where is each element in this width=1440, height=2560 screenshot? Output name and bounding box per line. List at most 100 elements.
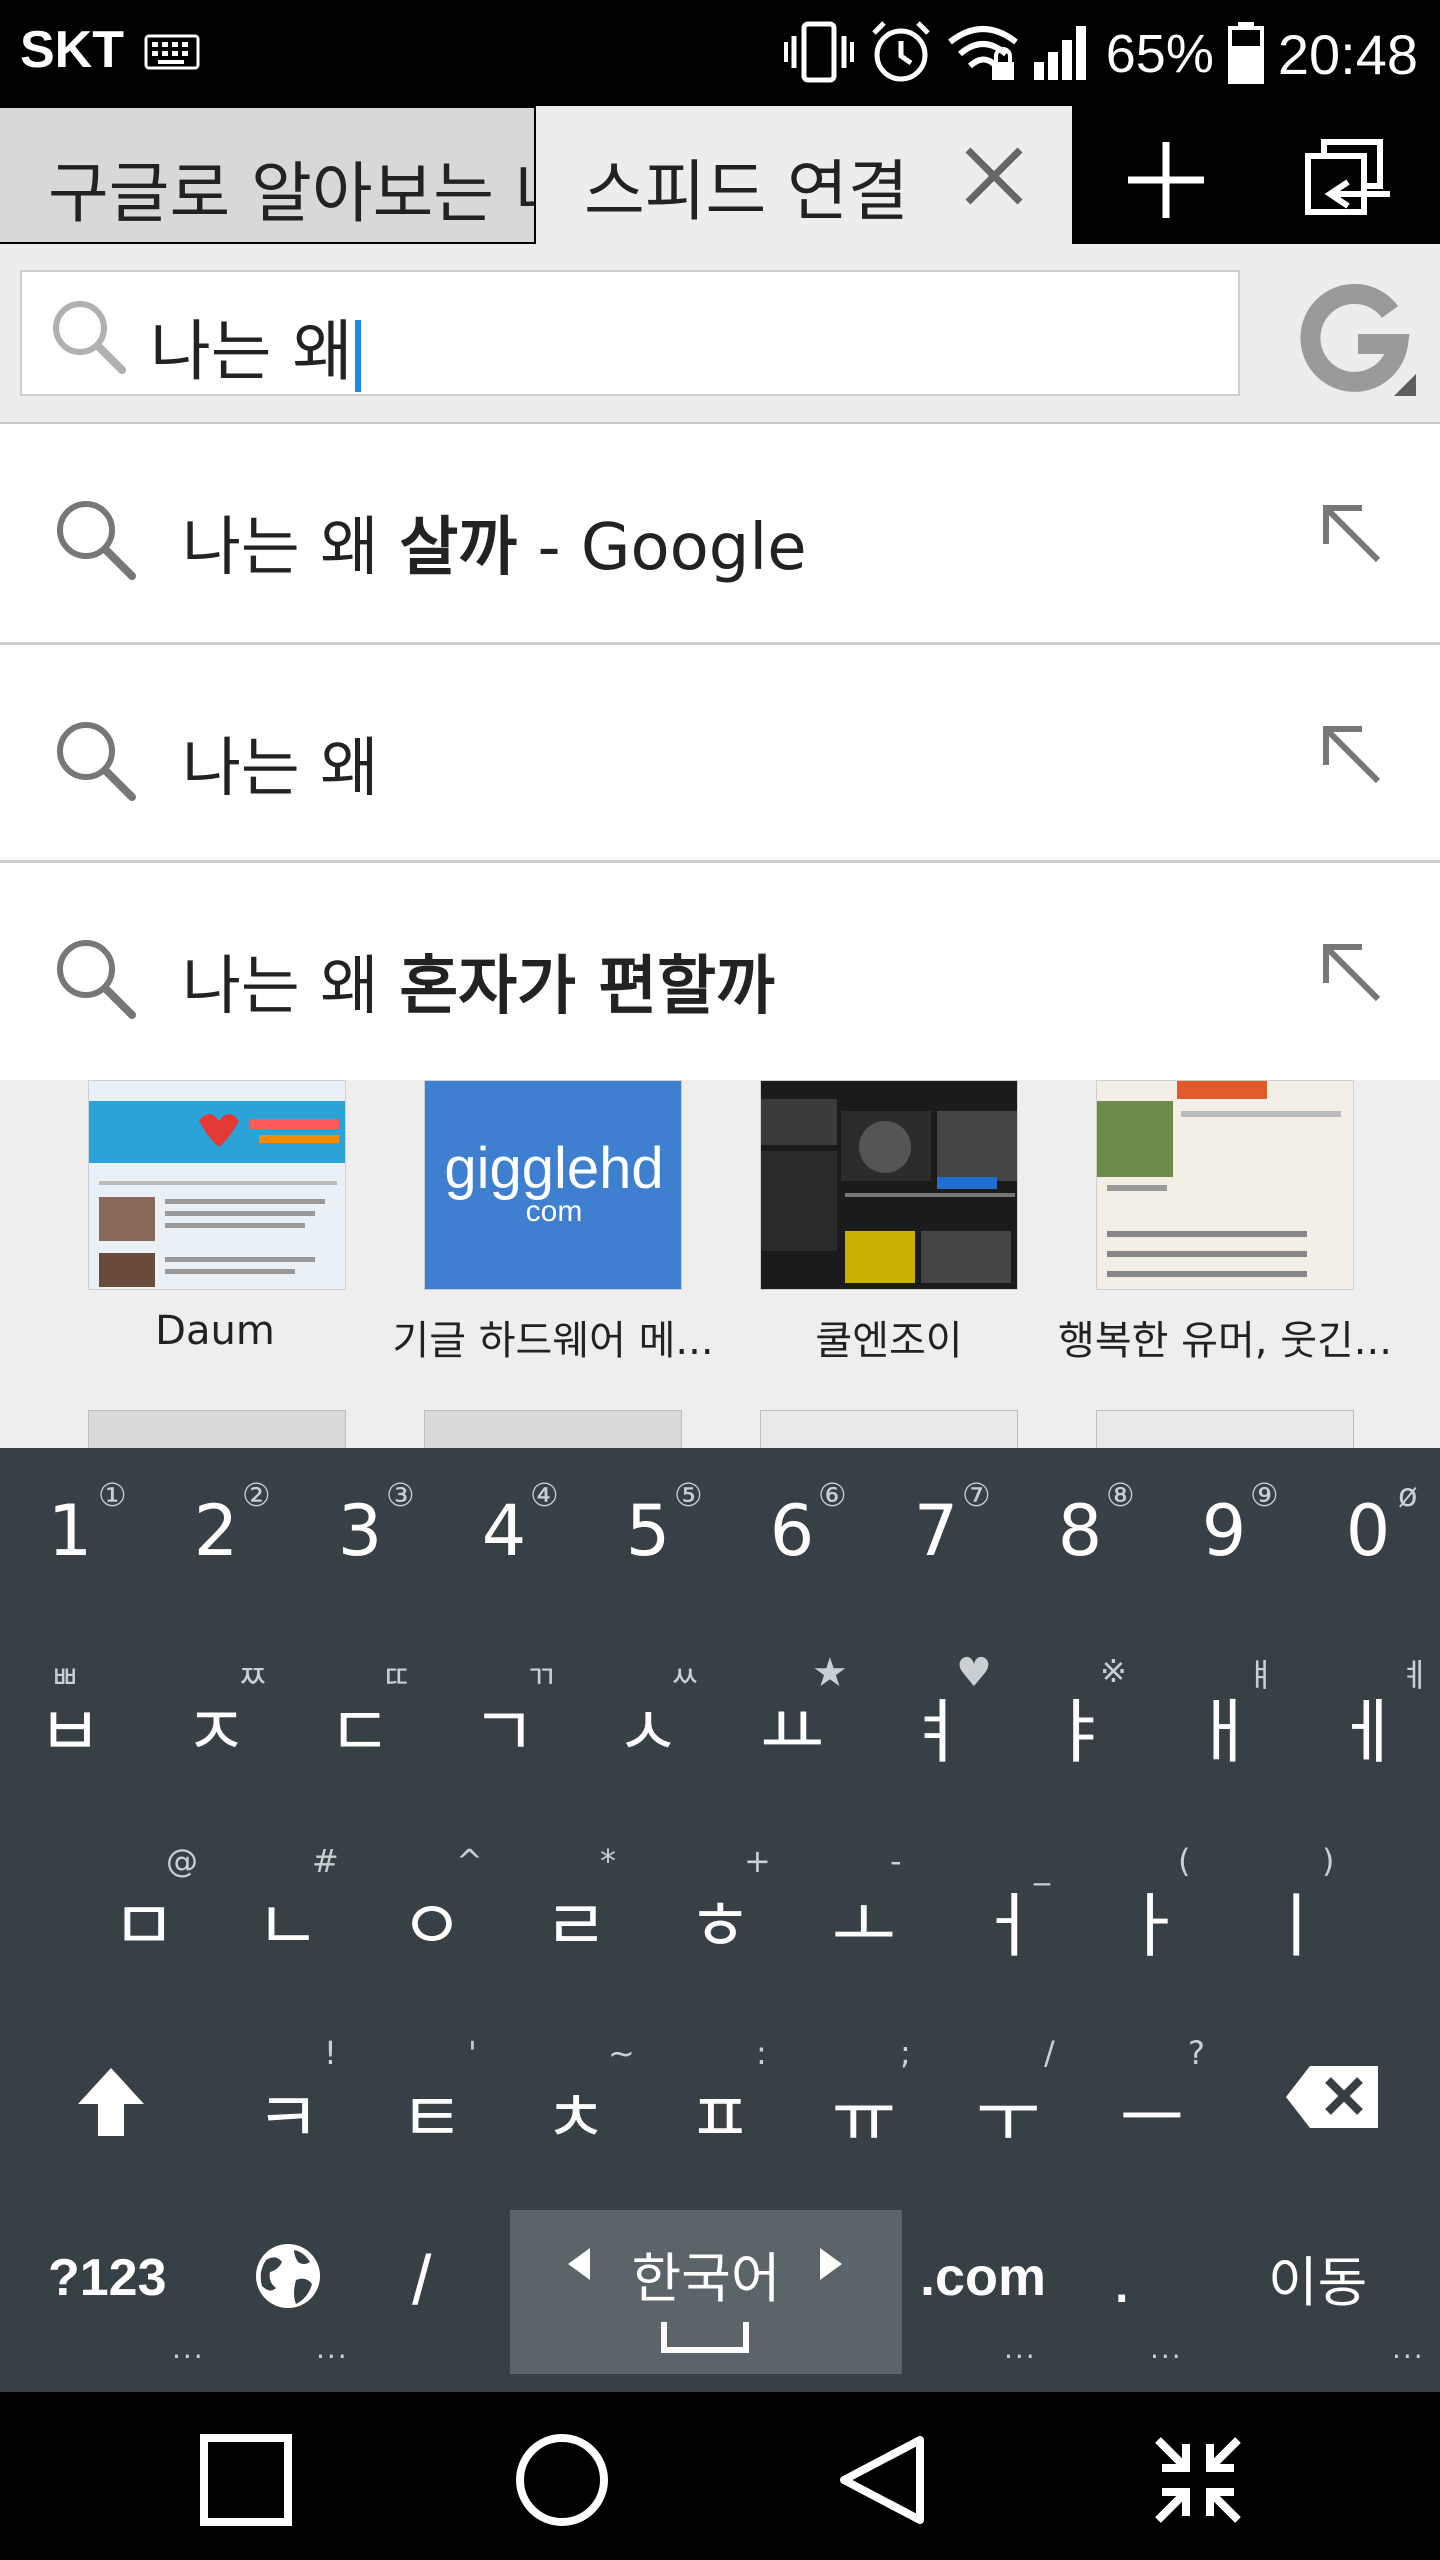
key-7[interactable]: 7⑦: [876, 1476, 996, 1572]
speed-dial-tile[interactable]: [424, 1410, 682, 1448]
address-bar: 나는 왜: [0, 244, 1440, 424]
suggestion-item[interactable]: 나는 왜 혼자가 편할까: [0, 863, 1440, 1081]
key-hieut[interactable]: ㅎ +: [660, 1842, 780, 1971]
globe-icon: [256, 2244, 320, 2308]
key-i[interactable]: ㅣ): [1236, 1842, 1356, 1971]
key-4[interactable]: 4④: [444, 1476, 564, 1572]
key-jieut[interactable]: ㅈㅉ: [156, 1658, 276, 1777]
speed-dial-tile[interactable]: [1096, 1410, 1354, 1448]
speed-dial-tile-coolenjoy[interactable]: [760, 1080, 1018, 1290]
key-mieum[interactable]: ㅁ @: [84, 1842, 204, 1971]
vibrate-icon: [783, 20, 854, 88]
key-eu[interactable]: ㅡ?: [1092, 2034, 1212, 2163]
period-key[interactable]: .: [1112, 2238, 1131, 2318]
key-giyeok[interactable]: ㄱㄲ: [444, 1658, 564, 1777]
key-eo[interactable]: ㅓ _: [948, 1848, 1068, 1971]
key-ieung[interactable]: ㅇ ^: [372, 1842, 492, 1971]
dotcom-key[interactable]: .com: [920, 2246, 1046, 2308]
carrier-label: SKT: [20, 21, 124, 79]
key-ya[interactable]: ㅑ ※: [1020, 1652, 1140, 1777]
plus-icon[interactable]: [1120, 134, 1212, 226]
key-0[interactable]: 0ø: [1308, 1476, 1428, 1572]
speed-dial-tile-gigglehd[interactable]: gigglehd com: [424, 1080, 682, 1290]
key-bieup[interactable]: ㅂㅃ: [10, 1658, 130, 1777]
google-g-icon[interactable]: [1298, 282, 1418, 398]
home-icon[interactable]: [512, 2430, 612, 2530]
tile-label: Daum: [155, 1308, 275, 1354]
enter-key[interactable]: 이동: [1268, 2238, 1367, 2317]
soft-keyboard: 1① 2② 3③ 4④ 5⑤ 6⑥ 7⑦ 8⑧ 9⑨ 0ø ㅂㅃ ㅈㅉ ㄷㄸ ㄱ…: [0, 1448, 1440, 2392]
search-icon: [46, 294, 130, 378]
tab-active[interactable]: 스피드 연결: [536, 106, 1072, 244]
key-a[interactable]: ㅏ(: [1092, 1842, 1212, 1971]
shift-icon: [78, 2068, 144, 2136]
more-dots: ...: [1004, 2332, 1037, 2365]
clock: 20:48: [1277, 22, 1418, 86]
tab-title: 구글로 알아보는 나: [48, 155, 534, 232]
key-digeut[interactable]: ㄷㄸ: [300, 1658, 420, 1777]
arrow-up-left-icon[interactable]: [1312, 933, 1392, 1013]
search-icon: [48, 931, 140, 1023]
key-2[interactable]: 2②: [156, 1476, 276, 1572]
key-ae[interactable]: ㅐㅒ: [1164, 1656, 1284, 1777]
suggestion-text: 나는 왜: [182, 732, 379, 806]
tile-label: 행복한 유머, 웃긴...: [1058, 1318, 1392, 1364]
search-icon: [48, 713, 140, 805]
key-e[interactable]: ㅔㅖ: [1308, 1656, 1430, 1777]
key-chieut[interactable]: ㅊ ~: [516, 2034, 636, 2163]
suggestion-item[interactable]: 나는 왜: [0, 645, 1440, 863]
globe-key[interactable]: [248, 2240, 328, 2320]
tab-manager-icon[interactable]: [1300, 136, 1396, 226]
key-siot[interactable]: ㅅㅆ: [588, 1658, 708, 1777]
key-3[interactable]: 3③: [300, 1476, 420, 1572]
backspace-key[interactable]: [1282, 2064, 1382, 2144]
arrow-up-left-icon[interactable]: [1312, 494, 1392, 574]
suggestion-text: 나는 왜 혼자가 편할까: [182, 950, 775, 1024]
key-8[interactable]: 8⑧: [1020, 1476, 1140, 1572]
key-rieul[interactable]: ㄹ *: [516, 1842, 636, 1971]
close-icon[interactable]: [956, 138, 1032, 214]
recents-icon[interactable]: [196, 2430, 296, 2530]
search-icon: [48, 492, 140, 584]
key-tieut[interactable]: ㅌ ': [372, 2034, 492, 2163]
key-kieuk[interactable]: ㅋ!: [228, 2034, 348, 2163]
arrow-up-left-icon[interactable]: [1312, 715, 1392, 795]
tab-inactive[interactable]: 구글로 알아보는 나: [0, 108, 534, 242]
shift-key[interactable]: [56, 2058, 166, 2158]
key-o[interactable]: ㅗ-: [804, 1842, 924, 1971]
more-dots: ...: [1150, 2332, 1183, 2365]
system-nav-bar: [0, 2392, 1440, 2560]
key-nieun[interactable]: ㄴ #: [228, 1842, 348, 1971]
key-yeo[interactable]: ㅕ ♥: [876, 1650, 996, 1777]
tab-title: 스피드 연결: [584, 153, 909, 230]
search-input[interactable]: 나는 왜: [20, 270, 1240, 396]
backspace-icon: [1286, 2066, 1378, 2128]
key-pieup[interactable]: ㅍ:: [660, 2034, 780, 2163]
more-dots: ...: [1392, 2332, 1425, 2365]
back-icon[interactable]: [832, 2430, 932, 2530]
speed-dial-tile-daum[interactable]: [88, 1080, 346, 1290]
space-key[interactable]: 한국어: [510, 2210, 902, 2374]
suggestion-list: 나는 왜 살까 - Google 나는 왜 나는 왜 혼자가 편할까: [0, 424, 1440, 1081]
slash-key[interactable]: /: [412, 2240, 431, 2320]
more-dots: ...: [172, 2332, 205, 2365]
symbols-key[interactable]: ?123: [48, 2248, 167, 2308]
key-u[interactable]: ㅜ /: [948, 2034, 1068, 2163]
key-yo[interactable]: ㅛ ★: [732, 1650, 852, 1777]
wifi-locked-icon: [947, 22, 1018, 86]
battery-percent: 65%: [1105, 24, 1214, 84]
speed-dial-tile[interactable]: [88, 1410, 346, 1448]
battery-icon: [1227, 20, 1264, 88]
tile-label: 기글 하드웨어 메...: [392, 1318, 714, 1364]
split-screen-icon[interactable]: [1148, 2430, 1248, 2530]
tile-label: 쿨엔조이: [815, 1318, 963, 1364]
suggestion-item[interactable]: 나는 왜 살까 - Google: [0, 424, 1440, 642]
key-5[interactable]: 5⑤: [588, 1476, 708, 1572]
speed-dial-tile[interactable]: [760, 1410, 1018, 1448]
key-6[interactable]: 6⑥: [732, 1476, 852, 1572]
key-1[interactable]: 1①: [10, 1476, 130, 1572]
key-9[interactable]: 9⑨: [1164, 1476, 1284, 1572]
tile-logo: gigglehd: [444, 1136, 664, 1201]
key-yu[interactable]: ㅠ;: [804, 2034, 924, 2163]
speed-dial-tile-humor[interactable]: [1096, 1080, 1354, 1290]
